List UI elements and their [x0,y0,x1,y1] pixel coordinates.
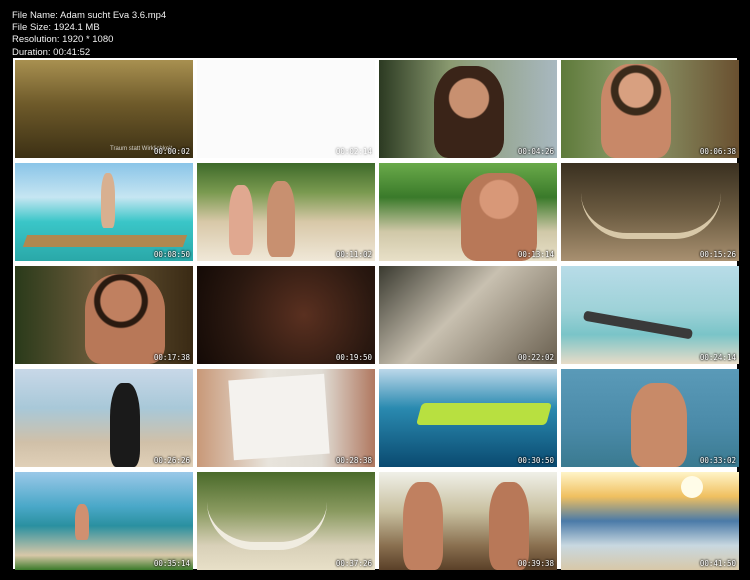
thumbnail-grid: Traum statt Wirklichkeit 00:00:02 00:02:… [13,58,739,570]
person-figure [229,185,253,255]
thumbnail-timestamp: 00:17:38 [153,353,190,362]
thumbnail[interactable]: 00:22:02 [379,266,557,364]
thumbnail-timestamp: 00:35:14 [153,559,190,568]
file-size: File Size: 1924.1 MB [12,22,100,34]
thumbnail[interactable]: 00:24:14 [561,266,739,364]
thumbnail[interactable]: 00:33:02 [561,369,739,467]
thumbnail-timestamp: 00:11:02 [335,250,372,259]
thumbnail[interactable]: 00:26:26 [15,369,193,467]
thumbnail[interactable]: 00:02:14 [197,60,375,158]
speedboat [416,403,552,425]
thumbnail-timestamp: 00:06:38 [699,147,736,156]
thumbnail-timestamp: 00:00:02 [153,147,190,156]
thumbnail[interactable]: 00:11:02 [197,163,375,261]
resolution: Resolution: 1920 * 1080 [12,34,114,46]
person-figure [489,482,529,570]
person-figure [434,66,504,158]
file-info-header: File Name: Adam sucht Eva 3.6.mp4 File S… [12,10,166,59]
person-figure [267,181,295,257]
hammock [581,193,721,239]
thumbnail-timestamp: 00:26:26 [153,456,190,465]
thumbnail-timestamp: 00:28:38 [335,456,372,465]
duration: Duration: 00:41:52 [12,46,91,58]
person-figure [101,173,115,228]
thumbnail[interactable]: 00:04:26 [379,60,557,158]
thumbnail[interactable]: 00:37:26 [197,472,375,570]
thumbnail-timestamp: 00:02:14 [335,147,372,156]
boat [582,310,694,340]
thumbnail-timestamp: 00:13:14 [517,250,554,259]
person-figure [461,173,537,261]
thumbnail-timestamp: 00:41:50 [699,559,736,568]
thumbnail[interactable]: 00:28:38 [197,369,375,467]
thumbnail-timestamp: 00:08:50 [153,250,190,259]
person-figure [631,383,687,467]
thumbnail[interactable]: 00:17:38 [15,266,193,364]
person-figure [403,482,443,570]
thumbnail-timestamp: 00:37:26 [335,559,372,568]
thumbnail-timestamp: 00:30:50 [517,456,554,465]
thumbnail[interactable]: 00:13:14 [379,163,557,261]
thumbnail-timestamp: 00:19:50 [335,353,372,362]
thumbnail[interactable]: 00:39:38 [379,472,557,570]
sun [681,476,703,498]
thumbnail[interactable]: 00:08:50 [15,163,193,261]
person-figure [110,383,140,467]
thumbnail[interactable]: 00:19:50 [197,266,375,364]
file-name: File Name: Adam sucht Eva 3.6.mp4 [12,10,167,21]
person-figure [75,504,89,540]
thumbnail[interactable]: 00:06:38 [561,60,739,158]
thumbnail[interactable]: 00:35:14 [15,472,193,570]
thumbnail-timestamp: 00:24:14 [699,353,736,362]
hammock [207,502,327,550]
thumbnail-timestamp: 00:04:26 [517,147,554,156]
thumbnail-timestamp: 00:15:26 [699,250,736,259]
thumbnail-timestamp: 00:39:38 [517,559,554,568]
raft [22,235,188,247]
thumbnail[interactable]: Traum statt Wirklichkeit 00:00:02 [15,60,193,158]
thumbnail[interactable]: 00:30:50 [379,369,557,467]
thumbnail[interactable]: 00:15:26 [561,163,739,261]
thumbnail-timestamp: 00:22:02 [517,353,554,362]
person-figure [601,64,671,158]
person-figure [85,274,165,364]
thumbnail-timestamp: 00:33:02 [699,456,736,465]
letter-paper [228,373,330,461]
thumbnail[interactable]: 00:41:50 [561,472,739,570]
